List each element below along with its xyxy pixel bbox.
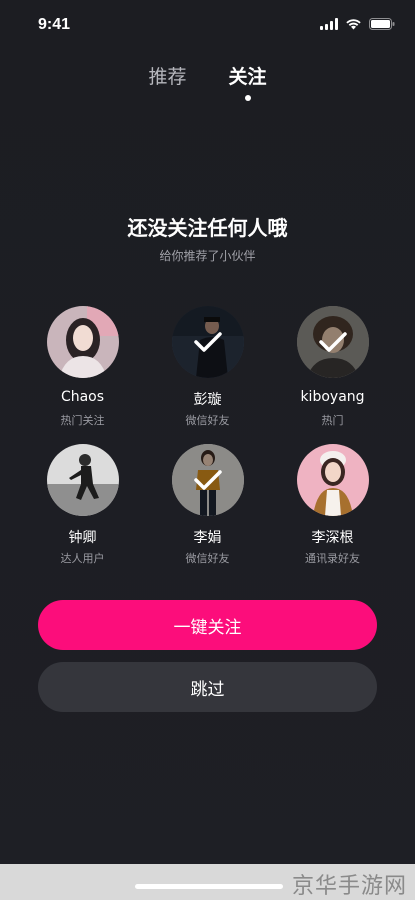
user-source: 热门关注 [60,414,105,427]
user-card[interactable]: Chaos 热门关注 [20,306,145,427]
user-name: 李深根 [311,530,354,546]
user-card[interactable]: 钟卿 达人用户 [20,444,145,565]
home-indicator[interactable] [135,884,283,889]
avatar[interactable] [171,444,244,516]
check-icon [193,332,222,352]
avatar-photo [46,306,119,378]
user-source: 微信好友 [185,552,230,565]
user-source: 微信好友 [185,414,230,427]
skip-button[interactable]: 跳过 [38,662,377,712]
user-card[interactable]: 李娟 微信好友 [145,444,270,565]
avatar[interactable] [296,306,369,378]
check-icon [318,332,347,352]
active-tab-indicator [244,95,251,101]
tab-recommend[interactable]: 推荐 [148,60,186,91]
tab-follow[interactable]: 关注 [228,60,267,101]
follow-screen: 9:41 推荐 关注 还没关注任何人哦 给你推荐了小伙伴 Chaos 热门关注 … [0,0,415,900]
avatar[interactable] [46,444,119,516]
watermark: 京华手游网 [291,874,407,899]
recommended-users-grid: Chaos 热门关注 彭璇 微信好友 kiboyang 热门 钟卿 达人用户 李… [20,306,395,565]
selected-overlay [296,306,369,378]
status-time: 9:41 [38,16,71,33]
user-source: 通讯录好友 [305,552,360,565]
status-bar: 9:41 [0,0,415,50]
check-icon [193,470,222,490]
avatar-photo [46,444,119,516]
wifi-icon [345,18,362,30]
user-name: Chaos [60,389,105,405]
user-name: 彭璇 [193,392,222,408]
avatar-photo [296,444,369,516]
empty-state-subtitle: 给你推荐了小伙伴 [159,249,256,263]
empty-state-title: 还没关注任何人哦 [127,216,288,240]
signal-icon [320,18,338,30]
bottom-bar: 京华手游网 [0,864,415,900]
user-source: 热门 [321,414,344,427]
user-source: 达人用户 [60,552,105,565]
avatar[interactable] [171,306,244,378]
status-icons [320,18,395,30]
selected-overlay [171,444,244,516]
tab-follow-label: 关注 [228,66,267,88]
avatar[interactable] [296,444,369,516]
avatar[interactable] [46,306,119,378]
user-name: kiboyang [300,389,365,405]
user-card[interactable]: 彭璇 微信好友 [145,306,270,427]
user-name: 李娟 [193,530,222,546]
user-card[interactable]: kiboyang 热门 [270,306,395,427]
battery-icon [369,18,395,30]
top-tabs: 推荐 关注 [0,60,415,101]
user-card[interactable]: 李深根 通讯录好友 [270,444,395,565]
follow-all-button[interactable]: 一键关注 [38,600,377,650]
selected-overlay [171,306,244,378]
user-name: 钟卿 [68,530,97,546]
